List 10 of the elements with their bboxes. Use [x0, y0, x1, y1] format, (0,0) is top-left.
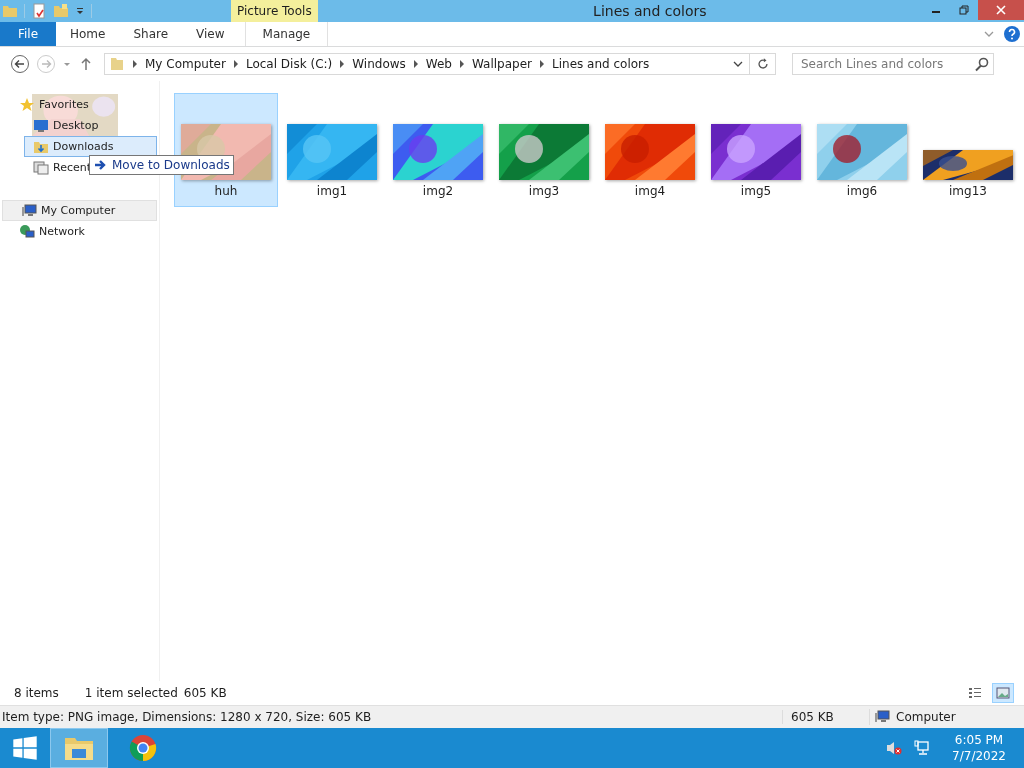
file-size: 605 KB — [782, 710, 869, 724]
item-count: 8 items — [14, 686, 59, 700]
selection-count: 1 item selected — [84, 686, 178, 700]
item-details: Item type: PNG image, Dimensions: 1280 x 720, Size: 605 KB — [1, 710, 373, 724]
selection-size: 605 KB — [183, 686, 227, 700]
time: 6:05 PM — [954, 732, 1004, 748]
location-label: Computer — [896, 710, 956, 724]
date: 7/7/2022 — [952, 748, 1006, 764]
context-tab-label: Picture Tools — [231, 0, 318, 22]
window-title: Lines and colors — [592, 3, 708, 19]
